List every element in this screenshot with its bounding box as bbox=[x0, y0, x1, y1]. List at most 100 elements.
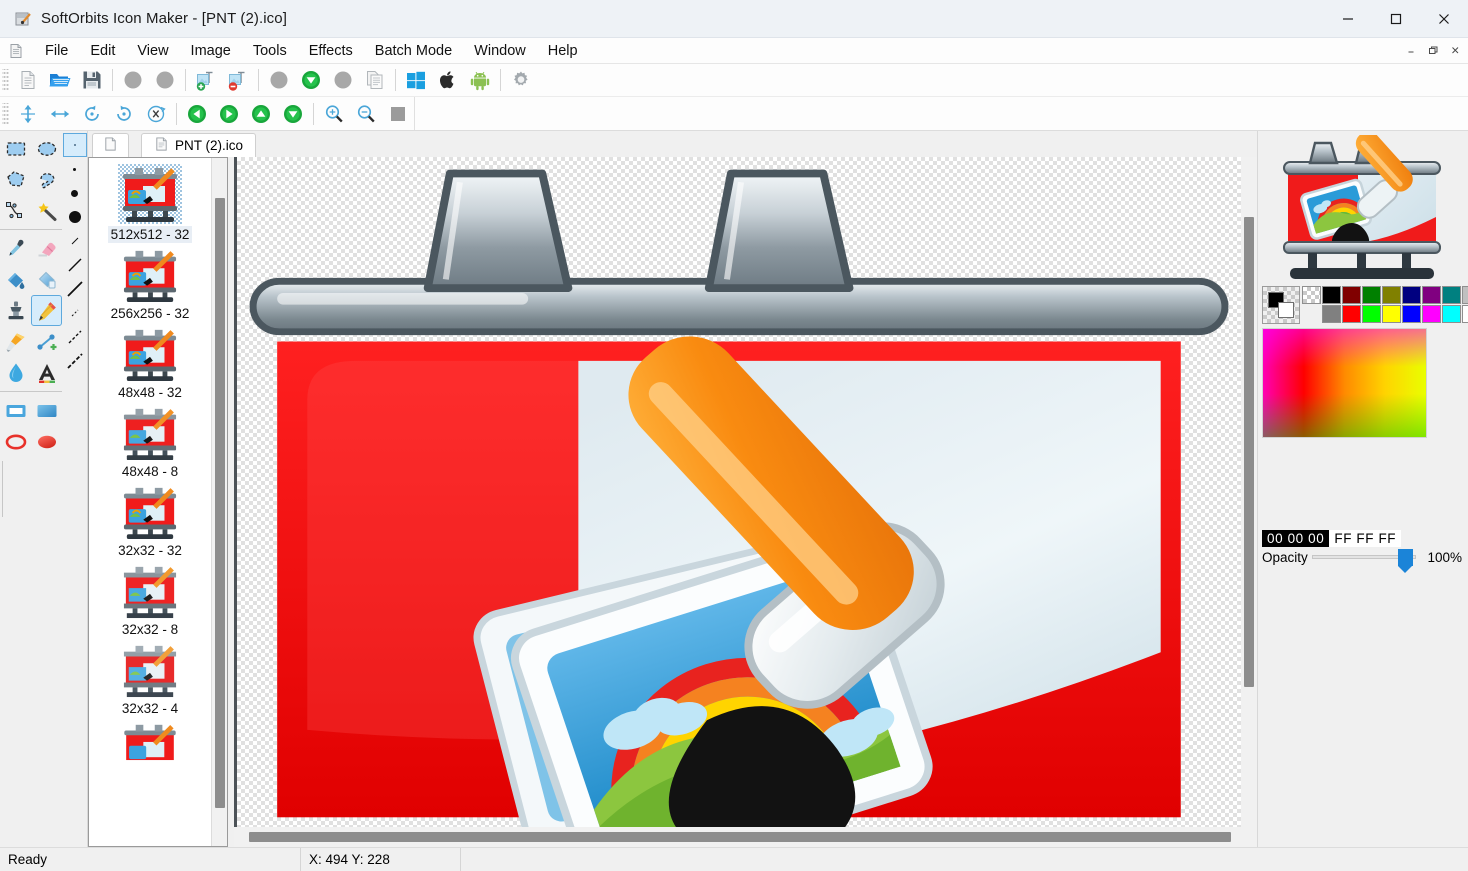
list-item[interactable]: 512x512 - 32 bbox=[89, 164, 211, 243]
scrollbar-thumb[interactable] bbox=[249, 832, 1231, 842]
magic-wand-tool[interactable] bbox=[31, 195, 62, 226]
tab-blank[interactable] bbox=[92, 133, 129, 157]
tab-pnt-2-ico[interactable]: PNT (2).ico bbox=[141, 133, 257, 157]
list-item[interactable]: 256x256 - 32 bbox=[89, 247, 211, 322]
circle-gray-2-icon[interactable] bbox=[149, 65, 181, 95]
list-item[interactable]: 32x32 - 8 bbox=[89, 563, 211, 638]
pages-icon[interactable] bbox=[359, 65, 391, 95]
rotate-custom-icon[interactable] bbox=[140, 99, 172, 129]
palette-swatch-purple[interactable] bbox=[1422, 286, 1441, 304]
minimize-button[interactable] bbox=[1324, 0, 1372, 38]
line-width-1[interactable] bbox=[63, 229, 87, 253]
clone-stamp-tool[interactable] bbox=[0, 295, 31, 326]
size-preview-swatch[interactable] bbox=[62, 133, 87, 157]
palette-swatch-yellow[interactable] bbox=[1382, 305, 1401, 323]
pencil-tool[interactable] bbox=[31, 295, 62, 326]
background-color-swatch[interactable] bbox=[1278, 302, 1294, 318]
filled-rectangle-tool[interactable] bbox=[31, 395, 62, 426]
text-tool[interactable] bbox=[31, 357, 62, 388]
flip-horizontal-icon[interactable] bbox=[44, 99, 76, 129]
palette-swatch-green[interactable] bbox=[1362, 286, 1381, 304]
rect-select-tool[interactable] bbox=[0, 133, 31, 164]
toolbar-grip[interactable] bbox=[2, 69, 9, 91]
list-item[interactable]: 32x32 - 32 bbox=[89, 484, 211, 559]
gear-settings-icon[interactable] bbox=[505, 65, 537, 95]
menu-image[interactable]: Image bbox=[180, 40, 242, 62]
gradient-fill-tool[interactable] bbox=[31, 264, 62, 295]
palette-swatch-blue[interactable] bbox=[1402, 305, 1421, 323]
add-image-icon[interactable] bbox=[190, 65, 222, 95]
brush-size-2[interactable] bbox=[63, 181, 87, 205]
rotate-left-icon[interactable] bbox=[76, 99, 108, 129]
color-gradient-picker[interactable] bbox=[1262, 328, 1427, 438]
menu-view[interactable]: View bbox=[126, 40, 179, 62]
windows-logo-icon[interactable] bbox=[400, 65, 432, 95]
line-width-2[interactable] bbox=[63, 253, 87, 277]
eraser-tool[interactable] bbox=[31, 233, 62, 264]
bezier-select-tool[interactable] bbox=[0, 195, 31, 226]
circle-gray-icon[interactable] bbox=[117, 65, 149, 95]
eyedropper-tool[interactable] bbox=[0, 233, 31, 264]
zoom-out-icon[interactable] bbox=[350, 99, 382, 129]
scroll-up-icon[interactable] bbox=[245, 99, 277, 129]
menu-edit[interactable]: Edit bbox=[79, 40, 126, 62]
android-logo-icon[interactable] bbox=[464, 65, 496, 95]
menu-help[interactable]: Help bbox=[537, 40, 589, 62]
brush-tool[interactable] bbox=[0, 326, 31, 357]
scroll-down-icon[interactable] bbox=[277, 99, 309, 129]
list-item[interactable]: 48x48 - 8 bbox=[89, 405, 211, 480]
mdi-close-button[interactable] bbox=[1444, 40, 1466, 61]
new-icon[interactable] bbox=[12, 65, 44, 95]
apple-logo-icon[interactable] bbox=[432, 65, 464, 95]
palette-swatch-teal[interactable] bbox=[1442, 286, 1461, 304]
close-button[interactable] bbox=[1420, 0, 1468, 38]
save-floppy-icon[interactable] bbox=[76, 65, 108, 95]
editing-canvas[interactable] bbox=[234, 157, 1241, 827]
line-dotted-1[interactable] bbox=[63, 301, 87, 325]
filled-ellipse-tool[interactable] bbox=[31, 426, 62, 457]
palette-swatch-white[interactable] bbox=[1462, 305, 1468, 323]
remove-image-icon[interactable] bbox=[222, 65, 254, 95]
polygon-select-tool[interactable] bbox=[0, 164, 31, 195]
open-folder-icon[interactable] bbox=[44, 65, 76, 95]
green-down-icon[interactable] bbox=[295, 65, 327, 95]
palette-swatch-transparent[interactable] bbox=[1302, 286, 1321, 304]
palette-swatch-navy[interactable] bbox=[1402, 286, 1421, 304]
palette-swatch-olive[interactable] bbox=[1382, 286, 1401, 304]
palette-swatch-silver[interactable] bbox=[1462, 286, 1468, 304]
brush-size-3[interactable] bbox=[63, 205, 87, 229]
foreground-hex-value[interactable]: 00 00 00 bbox=[1262, 530, 1330, 547]
circle-gray-3-icon[interactable] bbox=[263, 65, 295, 95]
mdi-restore-button[interactable] bbox=[1422, 40, 1444, 61]
scrollbar-thumb[interactable] bbox=[215, 198, 225, 808]
menu-tools[interactable]: Tools bbox=[242, 40, 298, 62]
line-tool[interactable] bbox=[31, 326, 62, 357]
zoom-actual-icon[interactable] bbox=[382, 99, 414, 129]
blur-drop-tool[interactable] bbox=[0, 357, 31, 388]
menu-batch-mode[interactable]: Batch Mode bbox=[364, 40, 463, 62]
menu-window[interactable]: Window bbox=[463, 40, 537, 62]
list-item[interactable]: 32x32 - 4 bbox=[89, 642, 211, 717]
brush-size-1[interactable] bbox=[63, 157, 87, 181]
ellipse-shape-tool[interactable] bbox=[0, 426, 31, 457]
palette-swatch-black[interactable] bbox=[1322, 286, 1341, 304]
ellipse-select-tool[interactable] bbox=[31, 133, 62, 164]
canvas-horizontal-scrollbar[interactable] bbox=[237, 827, 1241, 847]
list-item[interactable] bbox=[89, 721, 211, 761]
mdi-minimize-button[interactable] bbox=[1400, 40, 1422, 61]
opacity-slider[interactable] bbox=[1311, 549, 1416, 573]
palette-swatch-gray[interactable] bbox=[1322, 305, 1341, 323]
line-dotted-2[interactable] bbox=[63, 325, 87, 349]
palette-swatch-magenta[interactable] bbox=[1422, 305, 1441, 323]
flip-vertical-icon[interactable] bbox=[12, 99, 44, 129]
scroll-right-icon[interactable] bbox=[213, 99, 245, 129]
scrollbar-thumb[interactable] bbox=[1244, 217, 1254, 687]
palette-swatch-maroon[interactable] bbox=[1342, 286, 1361, 304]
line-width-3[interactable] bbox=[63, 277, 87, 301]
lasso-select-tool[interactable] bbox=[31, 164, 62, 195]
paint-bucket-tool[interactable] bbox=[0, 264, 31, 295]
line-dotted-3[interactable] bbox=[63, 349, 87, 373]
background-hex-value[interactable]: FF FF FF bbox=[1329, 530, 1402, 547]
palette-swatch-lime[interactable] bbox=[1362, 305, 1381, 323]
list-item[interactable]: 48x48 - 32 bbox=[89, 326, 211, 401]
